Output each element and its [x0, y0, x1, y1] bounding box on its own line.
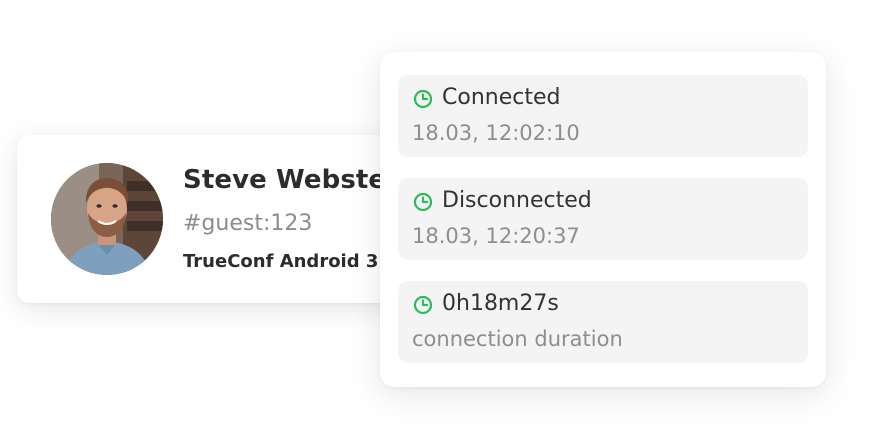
participant-card: Steve Webster #guest:123 TrueConf Androi… [17, 135, 437, 303]
duration-label: connection duration [412, 327, 623, 351]
connection-history-panel: Connected 18.03, 12:02:10 Disconnected 1… [380, 52, 826, 387]
event-title: Connected [442, 85, 561, 110]
event-time: 18.03, 12:02:10 [412, 121, 580, 145]
connected-event: Connected 18.03, 12:02:10 [398, 75, 808, 157]
participant-client: TrueConf Android 3 [183, 251, 379, 272]
duration-value: 0h18m27s [442, 291, 559, 316]
duration-event: 0h18m27s connection duration [398, 281, 808, 363]
event-title: Disconnected [442, 188, 592, 213]
clock-icon [413, 192, 433, 212]
clock-icon [413, 89, 433, 109]
clock-icon [413, 295, 433, 315]
avatar [51, 163, 163, 275]
participant-name: Steve Webster [183, 165, 400, 195]
participant-id: #guest:123 [183, 211, 313, 236]
disconnected-event: Disconnected 18.03, 12:20:37 [398, 178, 808, 260]
event-time: 18.03, 12:20:37 [412, 224, 580, 248]
